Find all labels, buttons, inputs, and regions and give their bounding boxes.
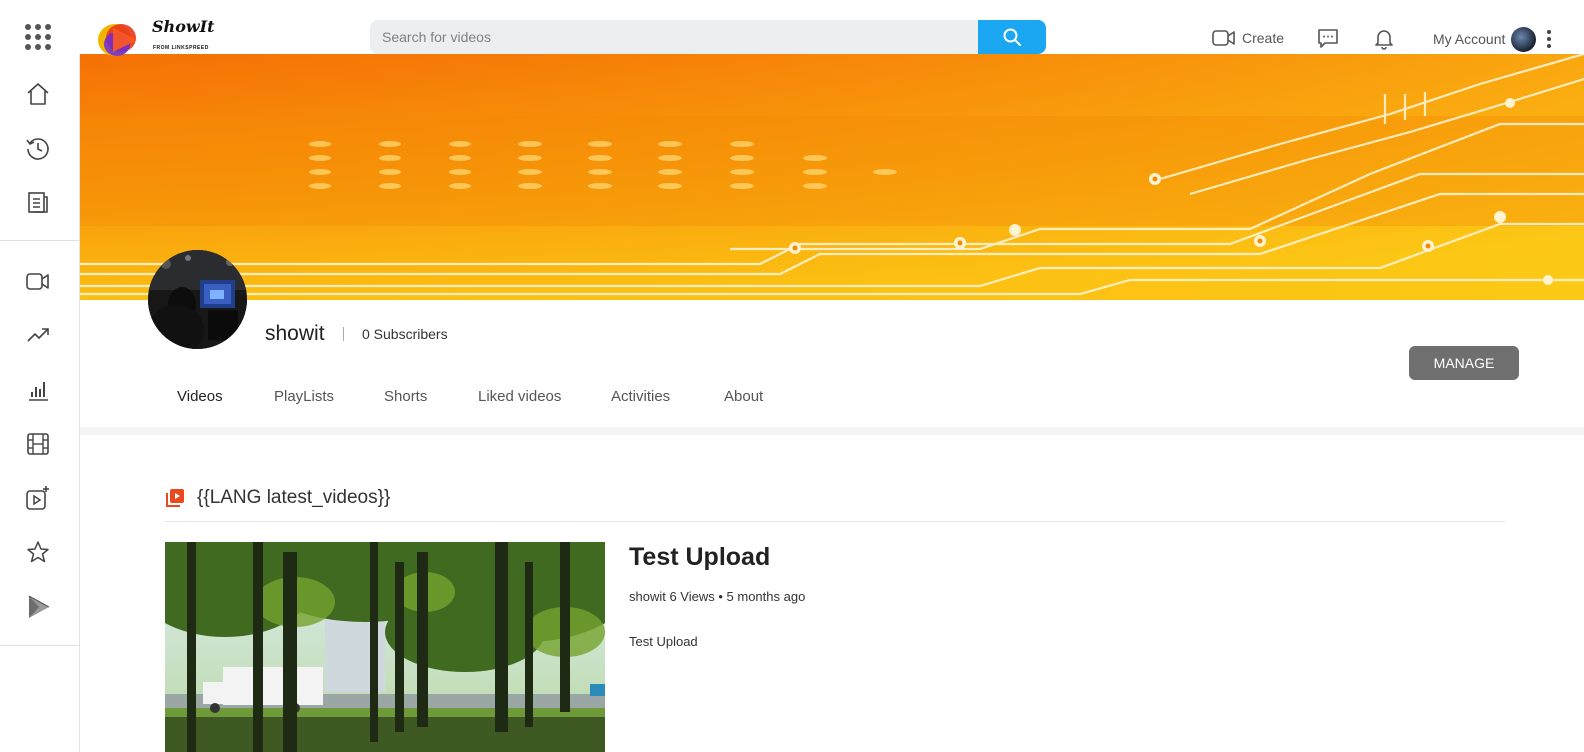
play-store-icon bbox=[28, 595, 50, 618]
account-menu[interactable]: My Account bbox=[1433, 26, 1552, 52]
tab-shorts[interactable]: Shorts bbox=[384, 388, 427, 405]
sidebar-item-history[interactable] bbox=[24, 134, 52, 162]
section-title: {{LANG latest_videos}} bbox=[197, 487, 391, 508]
sidebar-divider bbox=[0, 645, 79, 646]
tab-about[interactable]: About bbox=[724, 388, 763, 405]
channel-avatar-image bbox=[148, 250, 247, 349]
channel-tabs: Videos PlayLists Shorts Liked videos Act… bbox=[80, 380, 1584, 434]
trending-icon bbox=[27, 328, 49, 342]
account-avatar[interactable] bbox=[1511, 26, 1537, 52]
subscriber-count: 0 Subscribers bbox=[362, 326, 448, 342]
messages-button[interactable] bbox=[1316, 26, 1340, 50]
top-bar: ShowIt FROM LINKSPREED Create My Accoun bbox=[0, 0, 1584, 56]
search-button[interactable] bbox=[978, 20, 1046, 54]
manage-button[interactable]: MANAGE bbox=[1409, 346, 1519, 380]
tab-playlists[interactable]: PlayLists bbox=[274, 388, 334, 405]
create-label: Create bbox=[1242, 30, 1285, 46]
video-meta: showit 6 Views • 5 months ago bbox=[629, 589, 806, 604]
logo-subtitle: FROM LINKSPREED bbox=[153, 45, 209, 51]
video-camera-icon bbox=[26, 273, 49, 290]
tab-videos[interactable]: Videos bbox=[177, 388, 223, 405]
history-icon bbox=[26, 138, 49, 160]
home-icon bbox=[27, 83, 49, 105]
video-title[interactable]: Test Upload bbox=[629, 543, 770, 572]
sidebar-item-videos[interactable] bbox=[24, 267, 52, 295]
account-label: My Account bbox=[1433, 31, 1506, 47]
logo-mark-icon bbox=[98, 24, 137, 56]
sidebar bbox=[0, 54, 80, 752]
sidebar-item-home[interactable] bbox=[24, 80, 52, 108]
search-icon bbox=[1003, 28, 1021, 46]
channel-name-separator bbox=[343, 327, 344, 341]
sidebar-item-stats[interactable] bbox=[24, 376, 52, 404]
bell-icon bbox=[1375, 30, 1393, 50]
article-icon bbox=[28, 192, 48, 213]
search-bar bbox=[370, 20, 1046, 54]
showit-logo[interactable]: ShowIt FROM LINKSPREED bbox=[97, 14, 217, 60]
playlist-play-icon bbox=[166, 489, 184, 507]
notifications-button[interactable] bbox=[1372, 26, 1396, 50]
section-header: {{LANG latest_videos}} bbox=[165, 484, 390, 512]
video-thumbnail[interactable] bbox=[165, 542, 605, 752]
tab-activities[interactable]: Activities bbox=[611, 388, 670, 405]
apps-grid-icon[interactable] bbox=[25, 24, 51, 50]
channel-banner bbox=[80, 54, 1584, 300]
channel-avatar[interactable] bbox=[148, 250, 247, 349]
sidebar-item-favorites[interactable] bbox=[24, 538, 52, 566]
sidebar-item-movies[interactable] bbox=[24, 430, 52, 458]
section-divider bbox=[165, 521, 1505, 522]
chat-icon bbox=[1318, 29, 1338, 48]
search-input[interactable] bbox=[370, 20, 980, 54]
banner-image bbox=[80, 54, 1584, 300]
film-icon bbox=[27, 433, 49, 455]
create-button[interactable]: Create bbox=[1212, 26, 1284, 50]
star-icon bbox=[27, 541, 49, 563]
tabs-divider bbox=[80, 427, 1584, 435]
sidebar-divider bbox=[0, 240, 79, 241]
sidebar-item-trending[interactable] bbox=[24, 321, 52, 349]
add-video-icon bbox=[26, 486, 49, 510]
sidebar-item-play-store[interactable] bbox=[24, 593, 52, 621]
video-description: Test Upload bbox=[629, 634, 698, 649]
sidebar-item-articles[interactable] bbox=[24, 188, 52, 216]
tab-liked-videos[interactable]: Liked videos bbox=[478, 388, 561, 405]
bar-chart-icon bbox=[29, 382, 48, 401]
logo-wordmark: ShowIt bbox=[152, 17, 215, 36]
video-camera-icon bbox=[1212, 30, 1235, 46]
more-options-icon[interactable] bbox=[1547, 30, 1552, 48]
video-thumbnail-image bbox=[165, 542, 605, 752]
channel-name: showit bbox=[265, 322, 325, 345]
sidebar-item-add-video[interactable] bbox=[24, 484, 52, 512]
